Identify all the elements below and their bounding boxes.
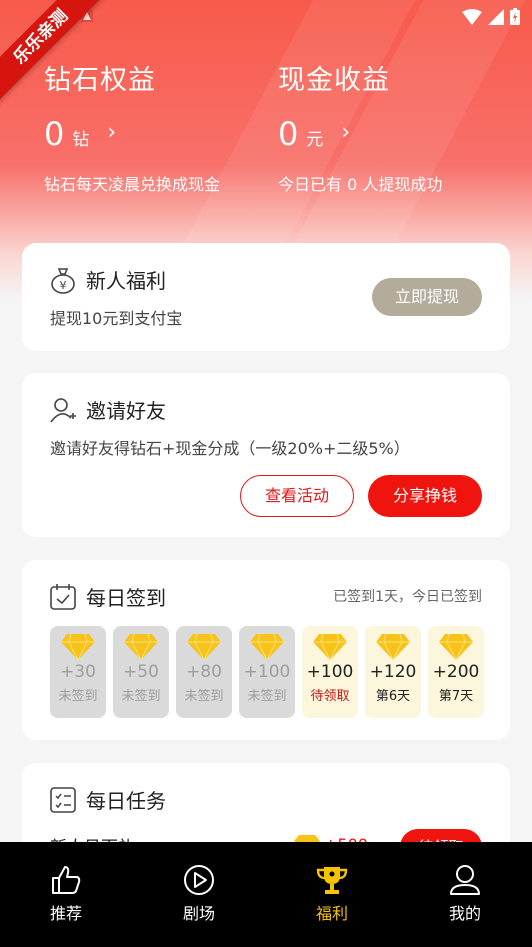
chevron-right-icon[interactable]: › xyxy=(107,120,116,145)
diamond-rights-title: 钻石权益 xyxy=(44,65,156,96)
cash-desc: 今日已有 0 人提现成功 xyxy=(278,175,443,194)
signin-amount: +50 xyxy=(123,662,159,682)
chevron-right-icon[interactable]: › xyxy=(341,120,350,145)
signin-label: 待领取 xyxy=(310,689,350,704)
diamond-icon xyxy=(439,633,473,660)
signin-day-2: +50 未签到 xyxy=(113,626,169,718)
cash-earnings-section[interactable]: 现金收益 0 元 › 今日已有 0 人提现成功 xyxy=(278,58,442,195)
signin-days: +30 未签到 +50 未签到 +80 未签到 +100 未签到 +100 待领… xyxy=(50,626,484,718)
view-activity-button[interactable]: 查看活动 xyxy=(240,475,354,517)
diamond-desc: 钻石每天凌晨兑换成现金 xyxy=(44,175,221,194)
diamond-balance: 0 xyxy=(44,115,65,153)
withdraw-button[interactable]: 立即提现 xyxy=(372,278,482,316)
signin-status: 已签到1天，今日已签到 xyxy=(333,589,482,605)
battery-icon xyxy=(510,8,520,25)
cash-earnings-title: 现金收益 xyxy=(278,65,390,96)
diamond-rights-section[interactable]: 钻石权益 0 钻 › 钻石每天凌晨兑换成现金 xyxy=(44,58,220,195)
nav-recommend[interactable]: 推荐 xyxy=(26,864,106,924)
signin-label: 未签到 xyxy=(121,689,161,704)
user-icon xyxy=(450,865,480,895)
signin-amount: +120 xyxy=(369,662,417,682)
signin-label: 第7天 xyxy=(438,689,474,704)
svg-text:¥: ¥ xyxy=(60,279,67,292)
signin-amount: +80 xyxy=(186,662,222,682)
nav-label: 我的 xyxy=(448,904,481,923)
signin-label: 未签到 xyxy=(58,689,98,704)
diamond-icon xyxy=(61,633,95,660)
invite-card: 邀请好友 邀请好友得钻石+现金分成（一级20%+二级5%） 查看活动 分享挣钱 xyxy=(22,373,510,537)
invite-title: 邀请好友 xyxy=(86,399,166,423)
signin-amount: +100 xyxy=(306,662,354,682)
bottom-nav: 推荐 剧场 福利 我的 xyxy=(0,842,532,947)
new-user-title: 新人福利 xyxy=(86,269,166,293)
signin-label: 未签到 xyxy=(184,689,224,704)
signin-amount: +30 xyxy=(60,662,96,682)
cash-unit: 元 xyxy=(306,130,324,150)
signin-day-5[interactable]: +100 待领取 xyxy=(302,626,358,718)
diamond-icon xyxy=(250,633,284,660)
signin-day-1: +30 未签到 xyxy=(50,626,106,718)
nav-label: 推荐 xyxy=(49,904,82,923)
signin-label: 第6天 xyxy=(375,689,411,704)
signin-label: 未签到 xyxy=(247,689,287,704)
new-user-card: ¥ 新人福利 提现10元到支付宝 立即提现 xyxy=(22,243,510,351)
nav-welfare[interactable]: 福利 xyxy=(292,864,372,924)
add-user-icon xyxy=(50,397,76,422)
signin-title: 每日签到 xyxy=(86,586,166,610)
status-bar: 乐乐亲测 xyxy=(0,0,532,108)
tasks-title: 每日任务 xyxy=(86,789,166,813)
signin-day-7: +200 第7天 xyxy=(428,626,484,718)
thumbs-up-icon xyxy=(52,866,81,894)
play-circle-icon xyxy=(184,865,214,895)
share-earn-button[interactable]: 分享挣钱 xyxy=(368,475,482,517)
diamond-icon xyxy=(124,633,158,660)
nav-theater[interactable]: 剧场 xyxy=(159,864,239,924)
signin-day-3: +80 未签到 xyxy=(176,626,232,718)
signin-day-4: +100 未签到 xyxy=(239,626,295,718)
cash-balance: 0 xyxy=(278,115,299,153)
nav-profile[interactable]: 我的 xyxy=(425,864,505,924)
new-user-subtitle: 提现10元到支付宝 xyxy=(50,309,183,328)
diamond-unit: 钻 xyxy=(72,130,90,150)
diamond-icon xyxy=(187,633,221,660)
diamond-icon xyxy=(376,633,410,660)
daily-signin-card: 每日签到 已签到1天，今日已签到 +30 未签到 +50 未签到 +80 未签到… xyxy=(22,560,510,740)
signal-icon xyxy=(488,8,504,25)
signin-amount: +100 xyxy=(243,662,291,682)
nav-label: 剧场 xyxy=(182,904,215,923)
nav-label: 福利 xyxy=(315,904,348,923)
money-bag-icon: ¥ xyxy=(51,267,75,294)
trophy-icon xyxy=(316,867,348,894)
checklist-icon xyxy=(50,786,76,813)
wifi-icon xyxy=(462,8,482,25)
calendar-check-icon xyxy=(50,583,76,610)
signin-amount: +200 xyxy=(432,662,480,682)
invite-subtitle: 邀请好友得钻石+现金分成（一级20%+二级5%） xyxy=(50,439,410,458)
diamond-icon xyxy=(313,633,347,660)
signin-day-6: +120 第6天 xyxy=(365,626,421,718)
